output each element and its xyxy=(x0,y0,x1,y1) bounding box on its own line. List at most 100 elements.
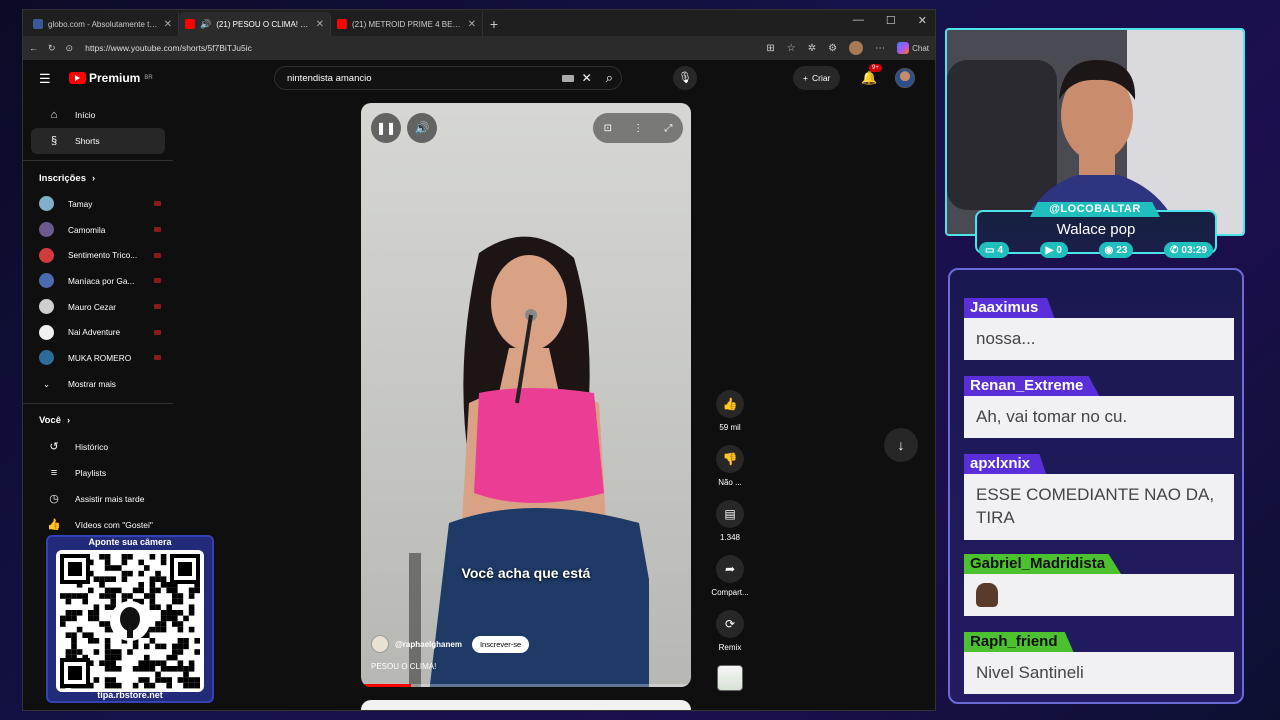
sidebar-item-shorts[interactable]: § Shorts xyxy=(31,128,165,154)
sidebar-item-inicio[interactable]: ⌂ Início xyxy=(31,102,165,128)
progress-fill xyxy=(361,684,411,687)
channel-avatar xyxy=(39,222,54,238)
sound-thumbnail[interactable] xyxy=(717,665,743,691)
subscription-item[interactable]: Nai Adventure xyxy=(23,319,173,345)
maximize-icon[interactable]: ☐ xyxy=(886,14,896,27)
youtube-logo[interactable]: Premium BR xyxy=(69,71,153,85)
plus-icon: + xyxy=(803,73,808,83)
copilot-chat-button[interactable]: Chat xyxy=(897,42,929,54)
extensions-icon[interactable]: ✲ xyxy=(808,43,816,54)
close-tab-icon[interactable]: ✕ xyxy=(164,19,172,30)
sidebar-item-label: Vídeos com "Gostei" xyxy=(75,519,153,530)
qr-label: Aponte sua câmera xyxy=(88,537,172,547)
action-label: Compart... xyxy=(711,588,749,597)
sidebar-item-label: Shorts xyxy=(75,136,100,146)
subscription-item[interactable]: MUKA ROMERO xyxy=(23,345,173,371)
like-button[interactable]: 👍 59 mil xyxy=(700,390,760,432)
chat-text: nossa... xyxy=(964,318,1234,360)
voice-search-icon[interactable]: 🎙 xyxy=(673,66,697,90)
channel-name: MUKA ROMERO xyxy=(68,352,132,363)
next-short-button[interactable]: ↓ xyxy=(884,428,918,462)
channel-name: Maníaca por Ga... xyxy=(68,275,135,286)
keyboard-icon[interactable] xyxy=(561,74,574,82)
comments-button[interactable]: ▤ 1.348 xyxy=(700,500,760,542)
sidebar-item-you[interactable]: ≡ Playlists xyxy=(31,460,165,486)
account-avatar[interactable] xyxy=(895,68,915,88)
subscription-item[interactable]: Camomila xyxy=(23,217,173,243)
captions-icon[interactable]: ⊡ xyxy=(604,123,612,134)
sidebar-item-you[interactable]: ↺ Histórico xyxy=(31,434,165,460)
url-field[interactable]: https://www.youtube.com/shorts/5f7BiTJu5… xyxy=(83,43,756,53)
speaker-icon[interactable]: 🔊 xyxy=(200,19,211,30)
search-icon[interactable]: ⌕ xyxy=(606,70,613,86)
subscribe-button[interactable]: Inscrever-se xyxy=(471,635,530,653)
sidebar-item-label: Início xyxy=(75,110,96,120)
tab-metroid[interactable]: (21) METROID PRIME 4 BEYOND [Pr ✕ xyxy=(331,12,483,36)
channel-name: Camomila xyxy=(68,224,106,235)
chat-message: Raph_friend Nivel Santineli xyxy=(964,632,1234,694)
pause-button[interactable]: ❚❚ xyxy=(371,113,401,143)
fullscreen-icon[interactable]: ⤢ xyxy=(664,123,672,134)
short-video-player[interactable]: ❚❚ 🔊 ⊡ ⋮ ⤢ Você acha que está @raphaelgh… xyxy=(361,103,691,687)
dislike-button[interactable]: 👎 Não ... xyxy=(700,445,760,487)
video-progress-bar[interactable] xyxy=(361,684,691,687)
channel-avatar xyxy=(39,324,54,340)
search-box[interactable]: nintendista amancio ✕ ⌕ xyxy=(274,66,622,90)
menu-icon[interactable]: ☰ xyxy=(39,71,51,87)
reload-icon[interactable]: ↻ xyxy=(48,43,56,54)
sidebar-item-you[interactable]: ◷ Assistir mais tarde xyxy=(31,486,165,512)
profile-avatar[interactable] xyxy=(849,41,864,55)
close-tab-icon[interactable]: ✕ xyxy=(468,19,476,30)
stat-value: 23 xyxy=(1116,244,1128,256)
close-tab-icon[interactable]: ✕ xyxy=(316,19,324,30)
notifications-icon[interactable]: 🔔 xyxy=(861,70,877,86)
video-caption: Você acha que está xyxy=(461,565,591,581)
chevron-right-icon: › xyxy=(67,415,71,426)
chat-username: Jaaximus xyxy=(964,298,1055,318)
back-icon[interactable]: ← xyxy=(29,43,38,53)
arrow-down-icon: ↓ xyxy=(897,437,905,453)
subscriptions-heading[interactable]: Inscrições › xyxy=(23,165,173,191)
sidebar-item-label: Histórico xyxy=(75,441,109,452)
show-more-button[interactable]: ⌄ Mostrar mais xyxy=(23,371,173,397)
chat-text: Nivel Santineli xyxy=(964,652,1234,694)
share-button[interactable]: ➦ Compart... xyxy=(700,555,760,597)
live-indicator-icon xyxy=(154,252,161,258)
chat-username: Gabriel_Madridista xyxy=(964,554,1122,574)
more-icon[interactable]: ⋯ xyxy=(875,43,885,54)
subscription-item[interactable]: Maníaca por Ga... xyxy=(23,268,173,294)
minimize-icon[interactable]: — xyxy=(853,14,864,27)
stat-value: 0 xyxy=(1056,244,1062,256)
create-button[interactable]: + Criar xyxy=(793,66,841,90)
whatsapp-icon: ✆ xyxy=(1170,244,1179,256)
channel-avatar[interactable] xyxy=(371,635,389,653)
subscription-item[interactable]: Mauro Cezar xyxy=(23,294,173,320)
channel-name[interactable]: @raphaelghanem xyxy=(395,640,462,649)
live-indicator-icon xyxy=(154,355,161,361)
share-icon: ➦ xyxy=(716,555,744,583)
short-title[interactable]: PESOU O CLIMA! xyxy=(371,662,436,671)
apps-icon[interactable]: ⊞ xyxy=(766,43,774,54)
subscription-item[interactable]: Sentimento Trico... xyxy=(23,242,173,268)
subscription-item[interactable]: Tamay xyxy=(23,191,173,217)
more-options-icon[interactable]: ⋮ xyxy=(633,123,643,134)
search-input[interactable]: nintendista amancio xyxy=(287,73,562,84)
remix-button[interactable]: ⟳ Remix xyxy=(700,610,760,652)
settings-icon[interactable]: ⚙ xyxy=(828,43,837,54)
favorite-icon[interactable]: ☆ xyxy=(787,43,796,54)
notification-badge: 9+ xyxy=(869,64,882,72)
tab-youtube-active[interactable]: 🔊 (21) PESOU O CLIMA! - YouTube ✕ xyxy=(179,12,331,36)
you-heading[interactable]: Você › xyxy=(23,408,173,434)
stream-stats: ▭ 4 ▶ 0 ◉ 23 ✆ 03:29 xyxy=(975,242,1217,258)
close-window-icon[interactable]: ✕ xyxy=(918,14,927,27)
volume-button[interactable]: 🔊 xyxy=(407,113,437,143)
video-frame-person xyxy=(409,236,649,687)
new-tab-button[interactable]: + xyxy=(483,12,505,36)
action-label: Remix xyxy=(718,643,742,652)
next-short-preview[interactable] xyxy=(361,700,691,710)
tab-globo[interactable]: globo.com - Absolutamente tudo ✕ xyxy=(27,12,179,36)
site-info-icon[interactable]: ⊙ xyxy=(66,43,74,54)
channel-row: @raphaelghanem Inscrever-se xyxy=(371,635,530,653)
clear-search-icon[interactable]: ✕ xyxy=(582,71,592,85)
sidebar-item-you[interactable]: 👍 Vídeos com "Gostei" xyxy=(31,512,165,538)
